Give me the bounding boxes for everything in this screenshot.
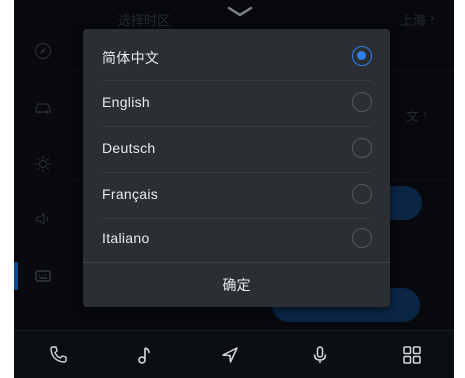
radio-unselected-icon[interactable] (352, 184, 372, 204)
navigation-icon[interactable] (220, 345, 240, 365)
microphone-icon[interactable] (310, 345, 330, 365)
apps-grid-icon[interactable] (402, 345, 422, 365)
language-option-label: Italiano (102, 230, 150, 246)
language-option-french[interactable]: Français (83, 172, 390, 218)
radio-unselected-icon[interactable] (352, 92, 372, 112)
language-option-label: Français (102, 186, 159, 202)
radio-selected-icon[interactable] (352, 46, 372, 66)
radio-unselected-icon[interactable] (352, 138, 372, 158)
language-option-english[interactable]: English (83, 80, 390, 126)
language-option-label: 简体中文 (102, 50, 160, 66)
language-option-label: Deutsch (102, 140, 156, 156)
phone-icon[interactable] (48, 345, 68, 365)
radio-unselected-icon[interactable] (352, 228, 372, 248)
language-option-label: English (102, 94, 151, 110)
bottom-dock (14, 330, 454, 378)
language-dialog: 简体中文 English Deutsch Français Italiano 确… (83, 29, 390, 307)
confirm-button[interactable]: 确定 (83, 263, 390, 307)
language-option-simplified-chinese[interactable]: 简体中文 (83, 34, 390, 80)
infotainment-screen: 选择时区 上海 › 文 › 简体中文 English Deutsch Franç… (14, 0, 454, 378)
language-option-german[interactable]: Deutsch (83, 126, 390, 172)
music-icon[interactable] (134, 345, 154, 365)
language-option-italian[interactable]: Italiano (83, 216, 390, 262)
